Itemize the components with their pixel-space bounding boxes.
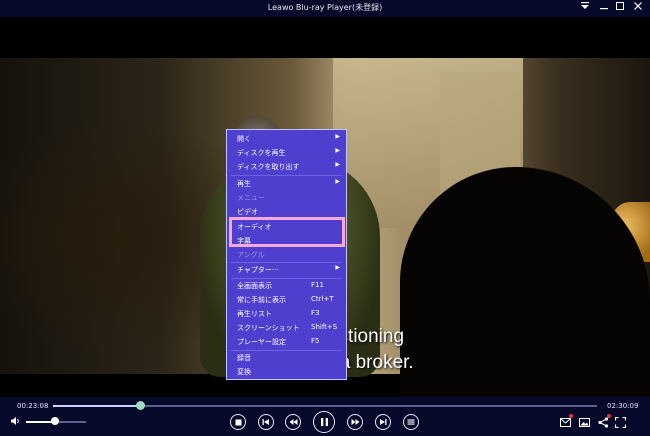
menu-item-eject-disc[interactable]: ディスクを取り出す ▶ bbox=[227, 160, 346, 174]
progress-knob[interactable] bbox=[136, 401, 146, 410]
menu-item-always-on-top[interactable]: 常に手前に表示 Ctrl+T bbox=[227, 293, 346, 307]
menu-item-record-audio[interactable]: 録音 bbox=[227, 351, 346, 365]
image-icon[interactable] bbox=[578, 416, 590, 428]
stop-button[interactable] bbox=[230, 414, 246, 430]
control-bar: 00:23:08 02:30:09 bbox=[0, 397, 650, 436]
pause-icon bbox=[320, 417, 329, 427]
notification-dot bbox=[569, 414, 573, 418]
progress-track[interactable] bbox=[53, 405, 597, 407]
fullscreen-icon[interactable] bbox=[614, 416, 626, 428]
chevron-right-icon: ▶ bbox=[335, 161, 340, 168]
chevron-right-icon: ▶ bbox=[335, 133, 340, 140]
next-icon bbox=[379, 418, 387, 426]
elapsed-time: 00:23:08 bbox=[17, 402, 49, 410]
menu-item-angle: アングル bbox=[237, 251, 265, 259]
menu-item-chapters[interactable]: チャプター··· ▶ bbox=[227, 263, 346, 277]
menu-item-playback[interactable]: 再生 ▶ bbox=[227, 177, 346, 191]
menu-item-fullscreen[interactable]: 全画面表示 F11 bbox=[227, 279, 346, 293]
menu-item-player-settings[interactable]: プレーヤー設定 F5 bbox=[227, 335, 346, 349]
minimize-icon[interactable] bbox=[596, 1, 612, 15]
restore-icon[interactable] bbox=[612, 1, 628, 15]
menu-item-playlist[interactable]: 再生リスト F3 bbox=[227, 307, 346, 321]
menu-separator bbox=[231, 175, 342, 176]
chevron-right-icon: ▶ bbox=[335, 147, 340, 154]
previous-button[interactable] bbox=[258, 414, 274, 430]
playlist-button[interactable] bbox=[403, 414, 419, 430]
pause-button[interactable] bbox=[313, 411, 335, 433]
dropdown-icon[interactable] bbox=[577, 1, 593, 15]
fast-forward-button[interactable] bbox=[347, 414, 363, 430]
volume-icon[interactable] bbox=[10, 416, 21, 429]
menu-item-open[interactable]: 開く ▶ bbox=[227, 132, 346, 146]
volume-knob[interactable] bbox=[50, 417, 59, 425]
chevron-right-icon: ▶ bbox=[335, 178, 340, 185]
close-icon[interactable] bbox=[630, 1, 646, 15]
title-bar: Leawo Blu-ray Player(未登録) bbox=[0, 0, 650, 17]
progress-fill bbox=[53, 405, 141, 407]
rewind-icon bbox=[289, 418, 298, 426]
total-time: 02:30:09 bbox=[607, 402, 639, 410]
share-icon[interactable] bbox=[597, 414, 611, 428]
highlight-annotation bbox=[229, 217, 345, 247]
playlist-icon bbox=[407, 418, 415, 426]
menu-item-screenshot[interactable]: スクリーンショット Shift+S bbox=[227, 321, 346, 335]
fast-forward-icon bbox=[351, 418, 360, 426]
stop-icon bbox=[235, 419, 242, 426]
menu-item-play-disc[interactable]: ディスクを再生 ▶ bbox=[227, 146, 346, 160]
next-button[interactable] bbox=[375, 414, 391, 430]
notification-dot bbox=[607, 414, 611, 418]
previous-icon bbox=[262, 418, 270, 426]
menu-item-convert[interactable]: 変換 bbox=[227, 365, 346, 379]
mail-icon[interactable] bbox=[559, 414, 573, 428]
menu-item-menu: メニュー bbox=[237, 194, 265, 202]
context-menu: 開く ▶ ディスクを再生 ▶ ディスクを取り出す ▶ 再生 ▶ メニュー ビデオ… bbox=[226, 129, 347, 380]
window-title: Leawo Blu-ray Player(未登録) bbox=[267, 3, 383, 12]
rewind-button[interactable] bbox=[285, 414, 301, 430]
chevron-right-icon: ▶ bbox=[335, 264, 340, 271]
